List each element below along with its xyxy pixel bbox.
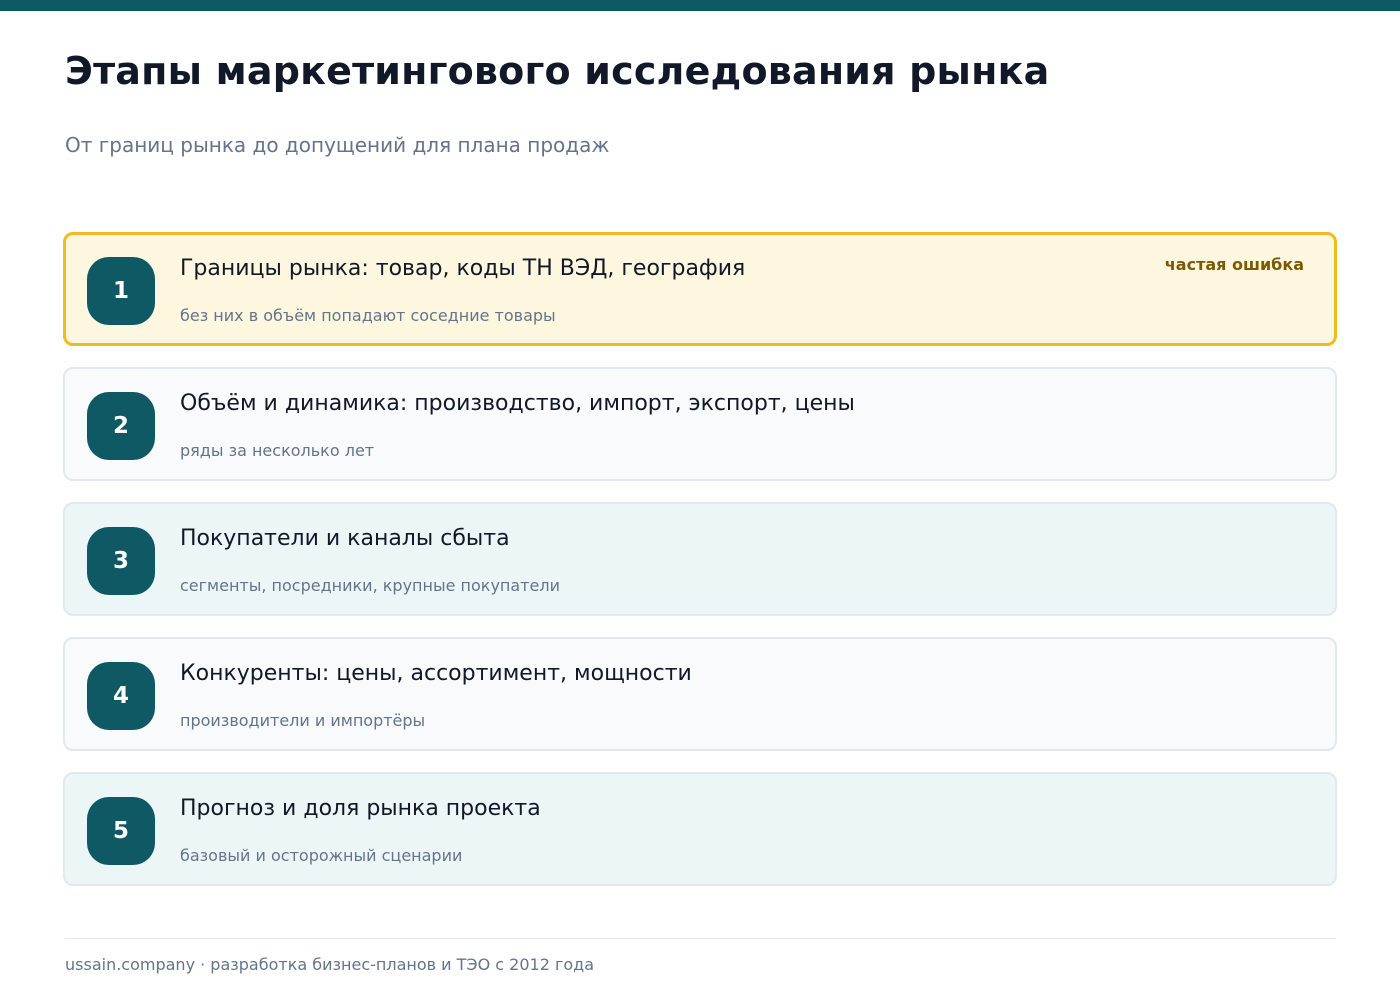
step-number-badge: 3 bbox=[87, 527, 155, 595]
footer-divider bbox=[65, 938, 1336, 939]
step-card-4: 4 Конкуренты: цены, ассортимент, мощност… bbox=[63, 637, 1337, 751]
page: Этапы маркетингового исследования рынка … bbox=[0, 0, 1400, 1000]
page-title: Этапы маркетингового исследования рынка bbox=[65, 49, 1050, 93]
step-number-badge: 5 bbox=[87, 797, 155, 865]
step-title: Конкуренты: цены, ассортимент, мощности bbox=[180, 661, 692, 686]
step-description: сегменты, посредники, крупные покупатели bbox=[180, 576, 560, 595]
step-number-badge: 4 bbox=[87, 662, 155, 730]
step-card-1: 1 Границы рынка: товар, коды ТН ВЭД, гео… bbox=[63, 232, 1337, 346]
top-accent-bar bbox=[0, 0, 1400, 11]
step-description: ряды за несколько лет bbox=[180, 441, 375, 460]
step-title: Прогноз и доля рынка проекта bbox=[180, 796, 541, 821]
step-number-badge: 1 bbox=[87, 257, 155, 325]
step-title: Покупатели и каналы сбыта bbox=[180, 526, 510, 551]
common-mistake-tag: частая ошибка bbox=[1164, 255, 1304, 274]
page-subtitle: От границ рынка до допущений для плана п… bbox=[65, 133, 610, 157]
step-card-3: 3 Покупатели и каналы сбыта сегменты, по… bbox=[63, 502, 1337, 616]
step-description: базовый и осторожный сценарии bbox=[180, 846, 463, 865]
step-number-badge: 2 bbox=[87, 392, 155, 460]
step-title: Объём и динамика: производство, импорт, … bbox=[180, 391, 855, 416]
step-card-5: 5 Прогноз и доля рынка проекта базовый и… bbox=[63, 772, 1337, 886]
step-card-2: 2 Объём и динамика: производство, импорт… bbox=[63, 367, 1337, 481]
step-description: без них в объём попадают соседние товары bbox=[180, 306, 556, 325]
footer-text: ussain.company · разработка бизнес-плано… bbox=[65, 955, 595, 974]
step-title: Границы рынка: товар, коды ТН ВЭД, геогр… bbox=[180, 256, 746, 281]
steps-list: 1 Границы рынка: товар, коды ТН ВЭД, гео… bbox=[63, 232, 1337, 907]
step-description: производители и импортёры bbox=[180, 711, 426, 730]
